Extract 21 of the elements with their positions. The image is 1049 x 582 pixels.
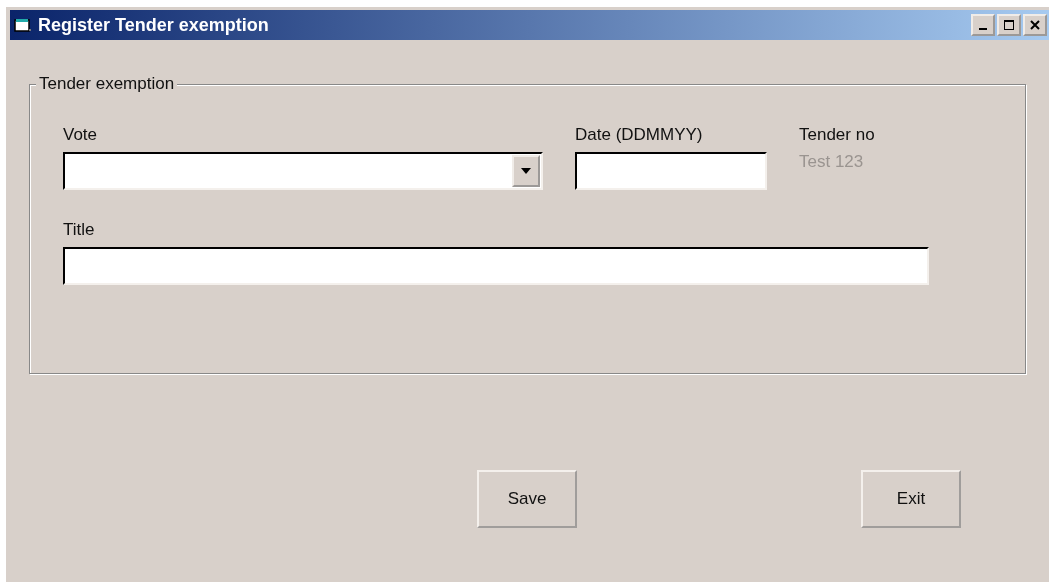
close-button[interactable] [1023,14,1047,36]
minimize-button[interactable] [971,14,995,36]
window-icon [14,17,32,33]
vote-dropdown[interactable] [63,152,543,190]
minimize-icon [979,28,987,30]
dropdown-button[interactable] [512,155,540,187]
maximize-button[interactable] [997,14,1021,36]
caret-icon [521,168,531,174]
exit-button[interactable]: Exit [861,470,961,528]
window-title: Register Tender exemption [38,14,270,36]
title-field[interactable] [63,247,929,285]
field-label: Date (DDMMYY) [575,125,704,145]
field-label: Title [63,220,96,240]
close-icon [1030,20,1040,30]
save-button[interactable]: Save [477,470,577,528]
maximize-icon [1004,20,1014,30]
tender-number: Test 123 [799,152,865,172]
field-label: Vote [63,125,99,145]
field-label: Tender no [799,125,876,145]
date-field[interactable] [575,152,767,190]
group-title: Tender exemption [36,74,178,94]
